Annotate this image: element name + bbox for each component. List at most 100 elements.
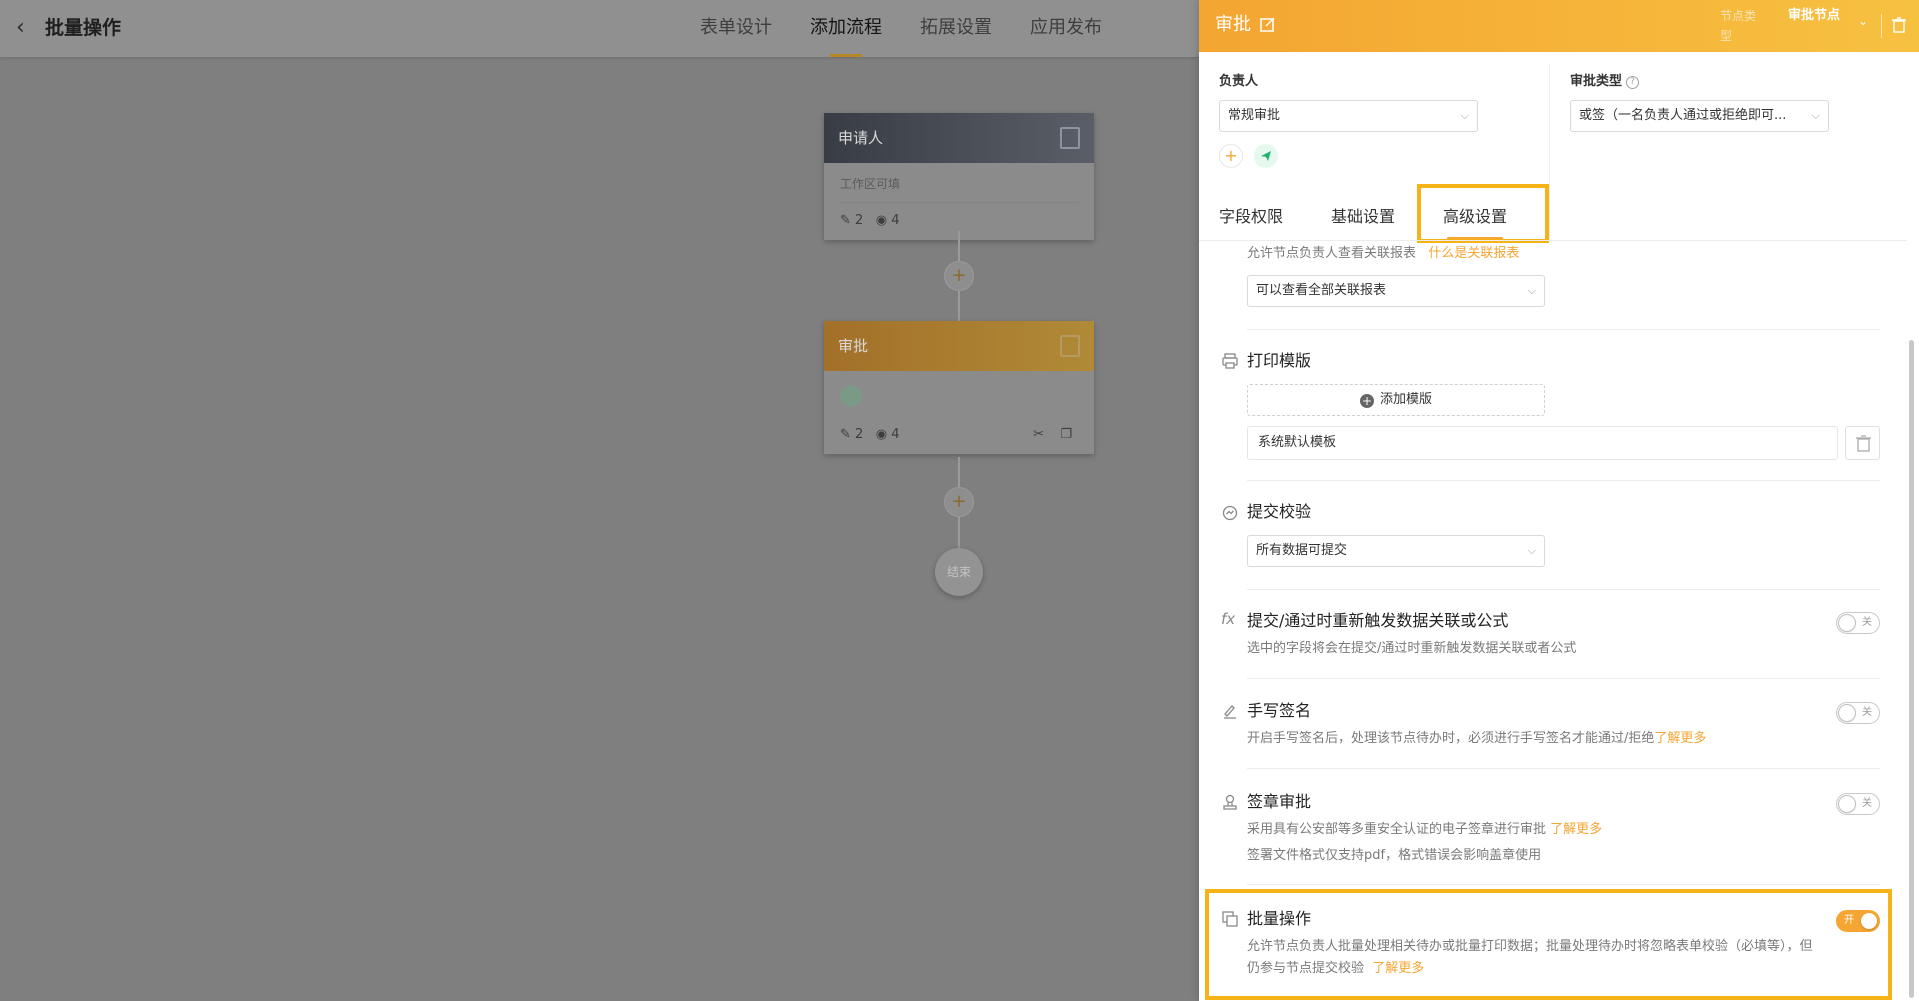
copy-icon[interactable]: ❐	[1060, 427, 1072, 442]
applicant-node-subtitle: 工作区可填	[840, 177, 901, 191]
validation-icon	[1222, 505, 1238, 521]
section-divider	[1247, 589, 1880, 590]
applicant-node-header: 申请人	[824, 113, 1094, 163]
chevron-down-icon: ⌵	[1527, 544, 1536, 557]
form-icon	[1060, 127, 1080, 149]
related-report-desc-text: 允许节点负责人查看关联报表	[1247, 246, 1417, 261]
approval-node-title: 审批	[838, 337, 869, 355]
edit-count: 2	[855, 213, 864, 228]
handwrite-title: 手写签名	[1247, 701, 1312, 720]
approval-node[interactable]: 审批 ✎ 2 ◉ 4 ✂ ❐	[824, 321, 1094, 454]
stamp-icon	[1060, 335, 1080, 357]
submit-validation-title: 提交校验	[1247, 502, 1312, 521]
related-report-link[interactable]: 什么是关联报表	[1428, 246, 1519, 261]
applicant-node-title: 申请人	[838, 129, 884, 147]
approval-type-value: 或签（一名负责人通过或拒绝即可...	[1579, 108, 1787, 123]
plus-circle-icon: +	[1359, 394, 1374, 408]
chevron-down-icon: ⌵	[1460, 109, 1469, 122]
node-type-label: 节点类型	[1720, 9, 1757, 43]
node-type-select[interactable]: 审批节点	[1788, 6, 1848, 26]
add-owner-button[interactable]: +	[1219, 144, 1243, 168]
printer-icon	[1222, 353, 1238, 369]
handwrite-learn-more[interactable]: 了解更多	[1654, 731, 1706, 746]
seal-desc-2: 签署文件格式仅支持pdf，格式错误会影响盖章使用	[1247, 848, 1542, 863]
end-node: 结束	[935, 548, 983, 596]
back-chevron-icon[interactable]: ‹	[16, 14, 38, 42]
retrigger-desc: 选中的字段将会在提交/通过时重新触发数据关联或者公式	[1247, 641, 1577, 656]
tab-basic-settings[interactable]: 基础设置	[1331, 200, 1395, 240]
eye-icon: ◉	[875, 213, 888, 228]
owner-label: 负责人	[1219, 74, 1259, 89]
drawer-title: 审批	[1215, 14, 1251, 35]
drawer-header: 审批 节点类型 审批节点 ⌄	[1199, 0, 1919, 52]
applicant-node-meta: ✎ 2 ◉ 4	[840, 202, 1078, 228]
seal-desc-text: 采用具有公安部等多重安全认证的电子签章进行审批	[1247, 822, 1547, 837]
toggle-label: 关	[1862, 707, 1872, 718]
chevron-down-icon: ⌵	[1811, 109, 1820, 122]
highlight-batch-operation	[1205, 889, 1892, 1000]
tab-field-permissions[interactable]: 字段权限	[1219, 200, 1283, 240]
toggle-knob	[1839, 796, 1855, 812]
flow-connector	[958, 457, 960, 487]
section-divider	[1247, 329, 1880, 330]
chevron-down-icon[interactable]: ⌄	[1858, 14, 1868, 28]
tab-extend-settings[interactable]: 拓展设置	[920, 0, 992, 57]
tab-add-flow[interactable]: 添加流程	[810, 0, 882, 57]
approval-type-label-text: 审批类型	[1570, 74, 1623, 89]
handwrite-desc: 开启手写签名后，处理该节点待办时，必须进行手写签名才能通过/拒绝了解更多	[1247, 728, 1706, 750]
tab-app-publish[interactable]: 应用发布	[1030, 0, 1102, 57]
flow-connector	[958, 517, 960, 549]
add-node-button[interactable]: +	[944, 487, 974, 517]
approval-node-meta: ✎ 2 ◉ 4 ✂ ❐	[840, 417, 1078, 442]
tab-form-design[interactable]: 表单设计	[700, 0, 772, 57]
toggle-label: 关	[1862, 798, 1872, 809]
related-report-select-value: 可以查看全部关联报表	[1256, 283, 1387, 298]
related-report-select[interactable]: 可以查看全部关联报表 ⌵	[1247, 275, 1545, 307]
applicant-node-body: 工作区可填 ✎ 2 ◉ 4	[824, 163, 1094, 240]
drawer-scrollbar[interactable]	[1909, 340, 1914, 998]
formula-icon: fx	[1221, 610, 1236, 628]
seal-approval-title: 签章审批	[1247, 792, 1312, 811]
retrigger-toggle[interactable]: 关	[1836, 612, 1880, 634]
send-icon	[840, 385, 862, 407]
template-item[interactable]: 系统默认模板	[1247, 426, 1838, 460]
view-count: 4	[891, 213, 900, 228]
tab-underline-divider	[1199, 240, 1907, 241]
flow-connector	[958, 291, 960, 321]
toggle-label: 关	[1862, 617, 1872, 628]
cut-icon[interactable]: ✂	[1033, 427, 1044, 442]
delete-template-button[interactable]	[1845, 426, 1880, 460]
trash-icon	[1856, 435, 1871, 452]
approval-node-header: 审批	[824, 321, 1094, 371]
send-icon[interactable]	[1254, 144, 1278, 168]
add-template-label: 添加模版	[1379, 392, 1432, 407]
seal-learn-more[interactable]: 了解更多	[1550, 822, 1602, 837]
delete-node-icon[interactable]	[1892, 17, 1906, 33]
eye-icon: ◉	[875, 427, 888, 442]
applicant-node[interactable]: 申请人 工作区可填 ✎ 2 ◉ 4	[824, 113, 1094, 240]
print-template-title: 打印模版	[1247, 351, 1312, 370]
seal-toggle[interactable]: 关	[1836, 793, 1880, 815]
highlight-advanced-tab	[1417, 184, 1549, 243]
section-divider	[1247, 884, 1880, 885]
seal-icon	[1223, 794, 1237, 810]
owner-select[interactable]: 常规审批 ⌵	[1219, 100, 1478, 132]
edit-icon[interactable]	[1260, 16, 1276, 32]
approval-node-body: ✎ 2 ◉ 4 ✂ ❐	[824, 371, 1094, 454]
signature-icon	[1224, 705, 1236, 719]
submit-validation-select[interactable]: 所有数据可提交 ⌵	[1247, 535, 1545, 567]
section-divider	[1247, 768, 1880, 769]
handwrite-toggle[interactable]: 关	[1836, 702, 1880, 724]
toggle-knob	[1839, 615, 1855, 631]
add-template-button[interactable]: + 添加模版	[1247, 384, 1545, 416]
template-name: 系统默认模板	[1258, 435, 1337, 450]
main-tabs: 表单设计 添加流程 拓展设置 应用发布	[700, 0, 1140, 57]
submit-validation-value: 所有数据可提交	[1256, 543, 1348, 558]
pencil-icon: ✎	[840, 213, 851, 228]
handwrite-desc-text: 开启手写签名后，处理该节点待办时，必须进行手写签名才能通过/拒绝	[1247, 731, 1655, 746]
approval-type-select[interactable]: 或签（一名负责人通过或拒绝即可... ⌵	[1570, 100, 1829, 132]
help-icon[interactable]: ?	[1626, 76, 1640, 89]
add-node-button[interactable]: +	[944, 261, 974, 291]
seal-desc: 采用具有公安部等多重安全认证的电子签章进行审批 了解更多	[1247, 819, 1602, 841]
related-report-desc: 允许节点负责人查看关联报表 什么是关联报表	[1247, 243, 1519, 265]
